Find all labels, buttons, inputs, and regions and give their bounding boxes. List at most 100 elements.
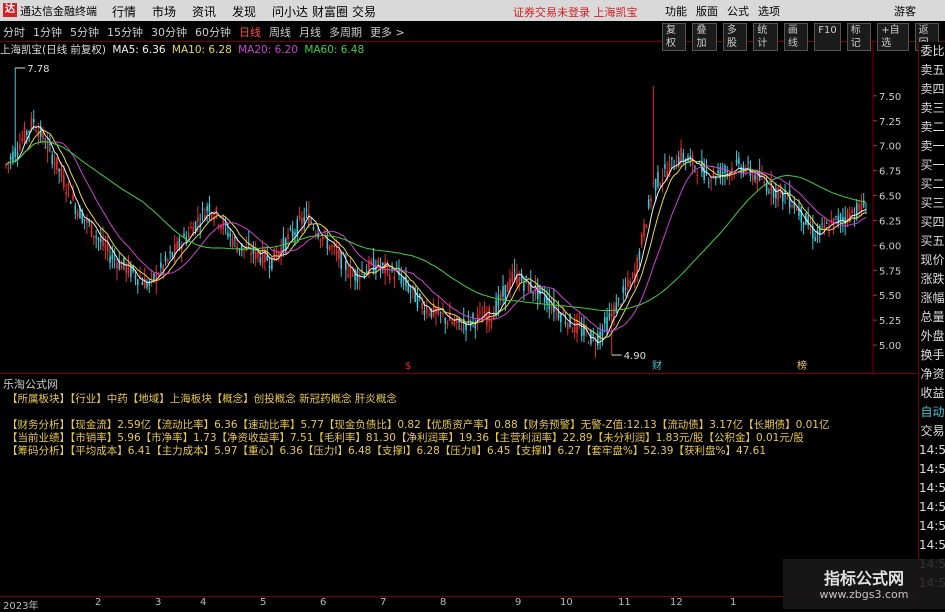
candle-body [747, 161, 749, 163]
main-menu: 行情 市场 资讯 发现 问小达 财富圈 交易 [112, 3, 392, 20]
sidebar-item[interactable]: 外盘 [919, 327, 945, 346]
tab-60min[interactable]: 60分钟 [195, 24, 231, 40]
sidebar-item[interactable]: 买一 [919, 156, 945, 175]
tab-15min[interactable]: 15分钟 [107, 24, 143, 40]
candle-body [592, 333, 595, 336]
candle-body [442, 313, 444, 315]
candle-body [347, 274, 349, 277]
watermark-url: www.zbgs3.com [819, 588, 909, 601]
menu-item-discover[interactable]: 发现 [232, 3, 272, 20]
candle-body [16, 152, 19, 156]
sidebar-item[interactable]: 14:56 [919, 479, 945, 498]
tab-more[interactable]: 更多 > [370, 24, 405, 40]
candle-body [319, 239, 322, 242]
candle-body [345, 261, 347, 271]
menu-item-wealth[interactable]: 财富圈 [312, 3, 352, 20]
event-marker: $ [405, 361, 411, 372]
candle-body [606, 317, 608, 331]
menu-item-ask[interactable]: 问小达 [272, 3, 312, 20]
menu-item-market[interactable]: 市场 [152, 3, 192, 20]
tab-5min[interactable]: 5分钟 [70, 24, 99, 40]
candle-body [664, 164, 666, 169]
panel-line-sector: 【所属板块】【行业】中药【地域】上海板块【概念】创投概念 新冠药概念 肝炎概念 [7, 393, 397, 405]
tab-multi-period[interactable]: 多周期 [329, 24, 362, 40]
candle-body [206, 206, 208, 211]
candle-body [557, 311, 560, 318]
sidebar-item[interactable]: 14:56 [919, 460, 945, 479]
options-button[interactable]: 选项 [758, 3, 780, 19]
candle-body [490, 320, 493, 323]
tab-1min[interactable]: 1分钟 [33, 24, 62, 40]
tab-monthly[interactable]: 月线 [299, 24, 321, 40]
candle-body [314, 233, 317, 235]
sidebar-item[interactable]: 卖四 [919, 80, 945, 99]
candle-body [659, 183, 662, 187]
sidebar-item[interactable]: 卖一 [919, 137, 945, 156]
sidebar-item[interactable]: 14:56 [919, 517, 945, 536]
sidebar-item[interactable]: 涨跌 [919, 270, 945, 289]
sidebar-item[interactable]: 14:56 [919, 498, 945, 517]
candle-body [150, 274, 153, 276]
login-notice[interactable]: 证券交易未登录 上海凯宝 [513, 4, 638, 20]
candle-body [421, 303, 423, 309]
tab-daily[interactable]: 日线 [239, 24, 261, 40]
sidebar-item[interactable]: 买二 [919, 175, 945, 194]
tab-intraday[interactable]: 分时 [3, 24, 25, 40]
sidebar-item[interactable]: 自动 [919, 403, 945, 422]
sidebar-item[interactable]: 14:56 [919, 441, 945, 460]
candle-body [527, 283, 530, 292]
y-tick-label: 6.50 [879, 192, 901, 203]
menu-item-trade[interactable]: 交易 [352, 3, 392, 20]
candle-body [183, 233, 185, 238]
candle-body [617, 297, 620, 299]
sidebar-item[interactable]: 涨幅 [919, 289, 945, 308]
stock-name: 上海凯宝(日线 前复权) [0, 44, 107, 56]
y-tick-label: 5.00 [879, 341, 901, 352]
x-tick-label: 11 [618, 597, 631, 608]
candle-body [229, 233, 232, 237]
sidebar-item[interactable]: 现价 [919, 251, 945, 270]
sidebar-item[interactable]: 买五 [919, 232, 945, 251]
candle-body [160, 262, 162, 268]
sidebar-item[interactable]: 买四 [919, 213, 945, 232]
sidebar-item[interactable]: 卖二 [919, 118, 945, 137]
candle-body [51, 154, 54, 165]
watermark: 指标公式网 www.zbgs3.com [783, 559, 945, 609]
sidebar-item[interactable]: 换手 [919, 346, 945, 365]
candle-body [90, 221, 93, 237]
candle-body [349, 266, 352, 280]
menu-item-news[interactable]: 资讯 [192, 3, 232, 20]
formula-button[interactable]: 公式 [727, 3, 749, 19]
sidebar-item[interactable]: 委比 [919, 42, 945, 61]
function-button[interactable]: 功能 [665, 3, 687, 19]
candle-body [855, 203, 858, 219]
candle-body [197, 217, 199, 223]
candle-body [28, 130, 30, 132]
tab-weekly[interactable]: 周线 [269, 24, 291, 40]
sidebar-item[interactable]: 交易 [919, 422, 945, 441]
candle-body [439, 312, 442, 314]
high-label: 7.78 [27, 64, 49, 75]
candle-body [738, 157, 740, 164]
x-tick-label: 3 [155, 597, 162, 608]
sidebar-item[interactable]: 卖五 [919, 61, 945, 80]
candle-body [532, 292, 534, 294]
sidebar-item[interactable]: 14:56 [919, 536, 945, 555]
sidebar-item[interactable]: 卖三 [919, 99, 945, 118]
candle-body [680, 147, 682, 162]
guest-user[interactable]: 游客 [894, 3, 916, 19]
formula-panel: 乐淘公式网 【所属板块】【行业】中药【地域】上海板块【概念】创投概念 新冠药概念… [0, 373, 917, 597]
menu-item-quote[interactable]: 行情 [112, 3, 152, 20]
event-marker: 榜 [797, 359, 807, 372]
candle-body [768, 191, 770, 193]
tab-30min[interactable]: 30分钟 [151, 24, 187, 40]
sidebar-item[interactable]: 收益 [919, 384, 945, 403]
candle-body [636, 258, 638, 273]
candle-body [821, 223, 823, 225]
candle-body [99, 239, 102, 243]
layout-button[interactable]: 版面 [696, 3, 718, 19]
sidebar-item[interactable]: 总量 [919, 308, 945, 327]
candlestick-chart[interactable]: 7.50 7.25 7.00 6.75 6.50 6.25 6.00 5.75 5.50 5.25… [0, 42, 917, 373]
sidebar-item[interactable]: 买三 [919, 194, 945, 213]
sidebar-item[interactable]: 净资 [919, 365, 945, 384]
